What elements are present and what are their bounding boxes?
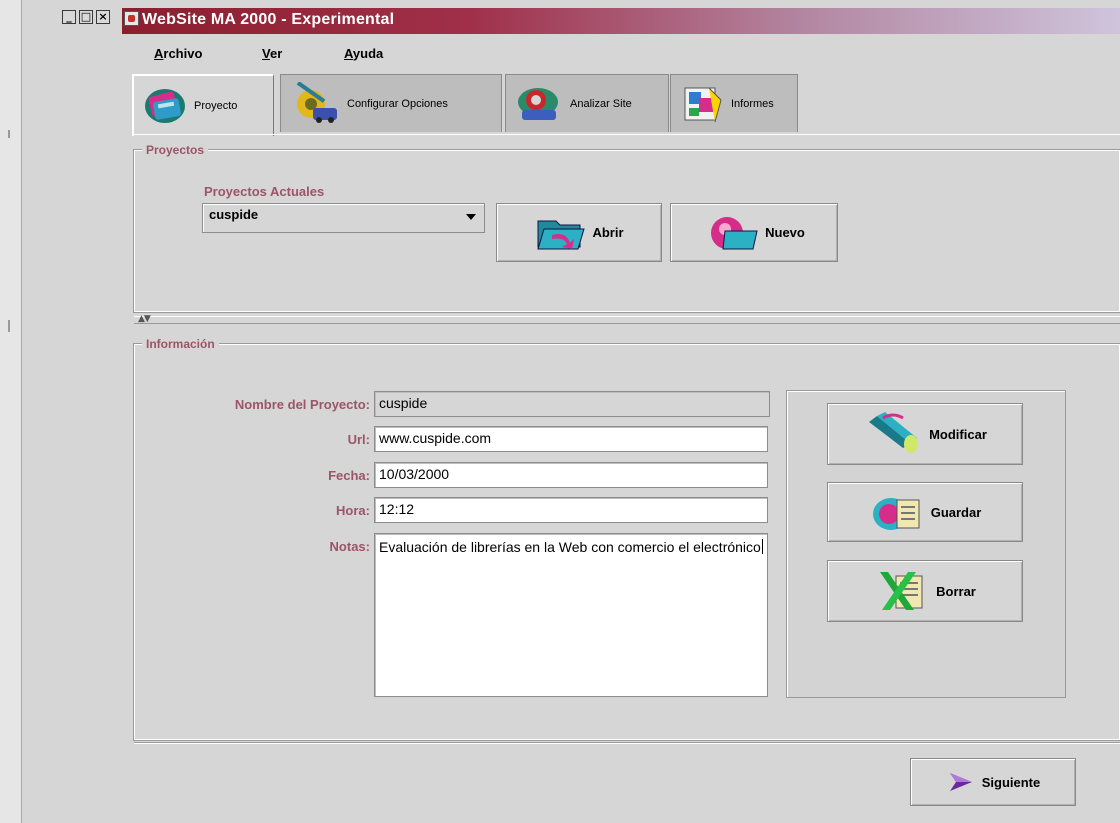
current-projects-select[interactable]: cuspide bbox=[202, 203, 485, 233]
modify-button-label: Modificar bbox=[929, 426, 987, 442]
next-button[interactable]: Siguiente bbox=[910, 758, 1076, 806]
window-title: WebSite MA 2000 - Experimental bbox=[142, 11, 395, 28]
reports-icon bbox=[684, 87, 722, 122]
divider-arrows-icon[interactable]: ▲▼ bbox=[138, 314, 151, 324]
project-icon bbox=[145, 89, 185, 123]
notes-text: Evaluación de librerías en la Web con co… bbox=[379, 539, 761, 555]
analyze-site-icon bbox=[518, 87, 558, 120]
open-button[interactable]: Abrir bbox=[496, 203, 662, 262]
modify-icon bbox=[869, 412, 919, 453]
minimize-button[interactable]: _ bbox=[62, 10, 76, 24]
new-folder-icon bbox=[711, 216, 758, 249]
window-left-frame bbox=[0, 0, 22, 823]
tab-analizar-site-label: Analizar Site bbox=[570, 97, 632, 110]
split-divider[interactable] bbox=[134, 316, 1120, 324]
informacion-group-title: Información bbox=[142, 337, 219, 351]
current-projects-value: cuspide bbox=[209, 207, 259, 222]
url-label: Url: bbox=[347, 432, 370, 447]
menu-ver[interactable]: Ver bbox=[262, 46, 282, 61]
date-label: Fecha: bbox=[328, 468, 370, 483]
frame-tick bbox=[8, 130, 10, 138]
tab-proyecto-label: Proyecto bbox=[194, 100, 238, 112]
new-button-label: Nuevo bbox=[765, 225, 805, 240]
tab-configurar-opciones[interactable]: Configurar Opciones bbox=[280, 74, 502, 132]
open-folder-icon bbox=[537, 220, 586, 249]
date-field[interactable]: 10/03/2000 bbox=[374, 462, 768, 488]
tab-informes[interactable]: Informes bbox=[670, 74, 798, 132]
save-icon bbox=[872, 498, 920, 530]
project-name-label: Nombre del Proyecto: bbox=[234, 397, 370, 412]
tab-analizar-site[interactable]: Analizar Site bbox=[505, 74, 669, 132]
tab-configurar-opciones-label: Configurar Opciones bbox=[347, 97, 448, 110]
save-button[interactable]: Guardar bbox=[827, 482, 1023, 542]
maximize-button[interactable]: □ bbox=[79, 10, 93, 24]
tab-body-edge bbox=[132, 134, 1120, 135]
open-button-label: Abrir bbox=[592, 225, 624, 240]
arrow-right-icon bbox=[949, 773, 972, 791]
modify-button[interactable]: Modificar bbox=[827, 403, 1023, 465]
new-button[interactable]: Nuevo bbox=[670, 203, 838, 262]
tab-proyecto[interactable]: Proyecto bbox=[132, 74, 274, 136]
delete-icon bbox=[880, 572, 923, 610]
notes-textarea[interactable]: Evaluación de librerías en la Web con co… bbox=[374, 533, 768, 697]
proyectos-group-title: Proyectos bbox=[142, 143, 209, 157]
app-icon bbox=[124, 11, 139, 26]
tab-informes-label: Informes bbox=[731, 97, 774, 110]
text-cursor bbox=[761, 539, 763, 554]
notes-label: Notas: bbox=[329, 539, 370, 554]
menu-archivo[interactable]: Archivo bbox=[154, 46, 202, 61]
delete-button[interactable]: Borrar bbox=[827, 560, 1023, 622]
time-field[interactable]: 12:12 bbox=[374, 497, 768, 523]
frame-tick bbox=[8, 320, 10, 332]
configure-options-icon bbox=[296, 81, 337, 123]
chevron-down-icon bbox=[466, 214, 476, 220]
time-label: Hora: bbox=[336, 503, 370, 518]
current-projects-label: Proyectos Actuales bbox=[204, 184, 325, 199]
next-button-label: Siguiente bbox=[981, 774, 1041, 790]
close-button[interactable]: × bbox=[96, 10, 110, 24]
url-field[interactable]: www.cuspide.com bbox=[374, 426, 768, 452]
save-button-label: Guardar bbox=[930, 504, 982, 520]
delete-button-label: Borrar bbox=[936, 583, 976, 599]
menu-ayuda[interactable]: Ayuda bbox=[344, 46, 383, 61]
bottom-separator bbox=[134, 742, 1120, 744]
project-name-field: cuspide bbox=[374, 391, 770, 417]
